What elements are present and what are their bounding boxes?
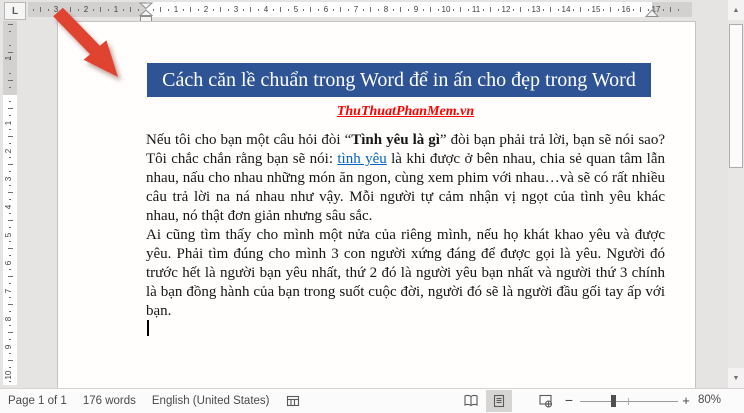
- ruler-number: 7: [353, 5, 359, 14]
- vertical-scrollbar[interactable]: ▲ ▼: [728, 0, 744, 388]
- ruler-number: 6: [323, 5, 329, 14]
- tab-selector[interactable]: L: [4, 2, 26, 20]
- scroll-up-button[interactable]: ▲: [728, 0, 744, 20]
- web-layout-icon: [538, 394, 552, 408]
- scroll-down-button[interactable]: ▼: [728, 368, 744, 388]
- title-paragraph-shading[interactable]: Cách căn lề chuẩn trong Word để in ấn ch…: [147, 63, 651, 97]
- ruler-number: 14: [561, 5, 571, 14]
- left-tab-icon: L: [11, 5, 19, 17]
- right-indent-marker[interactable]: [645, 9, 659, 18]
- ruler-number: 10: [4, 370, 13, 380]
- macro-record-button[interactable]: [286, 389, 300, 413]
- site-link[interactable]: ThuThuatPhanMem.vn: [337, 104, 474, 119]
- bold-phrase: Tình yêu là gì: [351, 132, 440, 148]
- word-window: L 1 2 3 1 2 3 4 5 6 7 8 9 10 11 12 13 14 15 16 17 112345678…: [0, 0, 744, 413]
- ruler-number: 11: [471, 5, 481, 14]
- document-title: Cách căn lề chuẩn trong Word để in ấn ch…: [162, 68, 636, 91]
- web-layout-button[interactable]: [532, 390, 558, 412]
- ruler-number: 4: [263, 5, 269, 14]
- ruler-number: 3: [4, 176, 13, 182]
- document-page[interactable]: Cách căn lề chuẩn trong Word để in ấn ch…: [57, 21, 696, 389]
- body-text: Nếu tôi cho bạn một câu hỏi đòi “Tình yê…: [146, 131, 665, 321]
- ruler-number: 3: [233, 5, 239, 14]
- ruler-number: 8: [383, 5, 389, 14]
- ruler-number: 1: [173, 5, 179, 14]
- zoom-slider-thumb[interactable]: [611, 395, 616, 407]
- page-indicator[interactable]: Page 1 of 1: [8, 395, 67, 407]
- paragraph-1[interactable]: Nếu tôi cho bạn một câu hỏi đòi “Tình yê…: [146, 131, 665, 226]
- ruler-number: 1: [4, 120, 13, 126]
- print-layout-icon: [493, 394, 505, 408]
- status-bar: Page 1 of 1 176 words English (United St…: [0, 388, 744, 413]
- first-line-indent-marker: [138, 2, 154, 10]
- ruler-number: 13: [531, 5, 541, 14]
- paragraph-2[interactable]: Ai cũng tìm thấy cho mình một nửa của ri…: [146, 226, 665, 321]
- ruler-number: 1: [4, 55, 13, 61]
- word-count[interactable]: 176 words: [83, 395, 136, 407]
- print-layout-button[interactable]: [486, 390, 512, 412]
- red-arrow-annotation: [53, 7, 118, 77]
- ruler-number: 5: [293, 5, 299, 14]
- ruler-number: 7: [4, 288, 13, 294]
- ruler-number: 16: [621, 5, 631, 14]
- zoom-in-button[interactable]: +: [678, 389, 694, 413]
- vertical-ruler[interactable]: 1 1 2 3 4 5 6 7 8 9 10: [3, 21, 17, 385]
- ruler-number: 6: [4, 260, 13, 266]
- ruler-number: 9: [4, 344, 13, 350]
- site-link-row: ThuThuatPhanMem.vn: [146, 102, 665, 120]
- text-cursor: [147, 320, 149, 336]
- hyperlink-tinh-yeu[interactable]: tình yêu: [337, 151, 386, 167]
- zoom-slider-center-tick: [628, 398, 629, 405]
- zoom-slider-track[interactable]: [580, 401, 678, 402]
- ruler-number: 5: [4, 232, 13, 238]
- ruler-number: 2: [203, 5, 209, 14]
- macro-record-icon: [286, 395, 299, 407]
- scroll-down-icon: ▼: [732, 374, 740, 382]
- read-mode-button[interactable]: [458, 390, 484, 412]
- ruler-number: 10: [441, 5, 451, 14]
- scrollbar-thumb[interactable]: [729, 24, 743, 168]
- zoom-in-icon: +: [682, 393, 690, 408]
- hanging-indent-marker: [138, 9, 154, 16]
- ruler-number: 12: [501, 5, 511, 14]
- ruler-number: 8: [4, 316, 13, 322]
- ruler-number: 2: [4, 148, 13, 154]
- zoom-out-button[interactable]: −: [561, 389, 577, 413]
- zoom-out-icon: −: [564, 392, 574, 408]
- language-indicator[interactable]: English (United States): [152, 395, 270, 407]
- ruler-number: 15: [591, 5, 601, 14]
- ruler-number: 4: [4, 204, 13, 210]
- read-mode-icon: [464, 394, 478, 407]
- scroll-up-icon: ▲: [732, 6, 740, 14]
- zoom-level[interactable]: 80%: [698, 389, 742, 413]
- ruler-number: 9: [413, 5, 419, 14]
